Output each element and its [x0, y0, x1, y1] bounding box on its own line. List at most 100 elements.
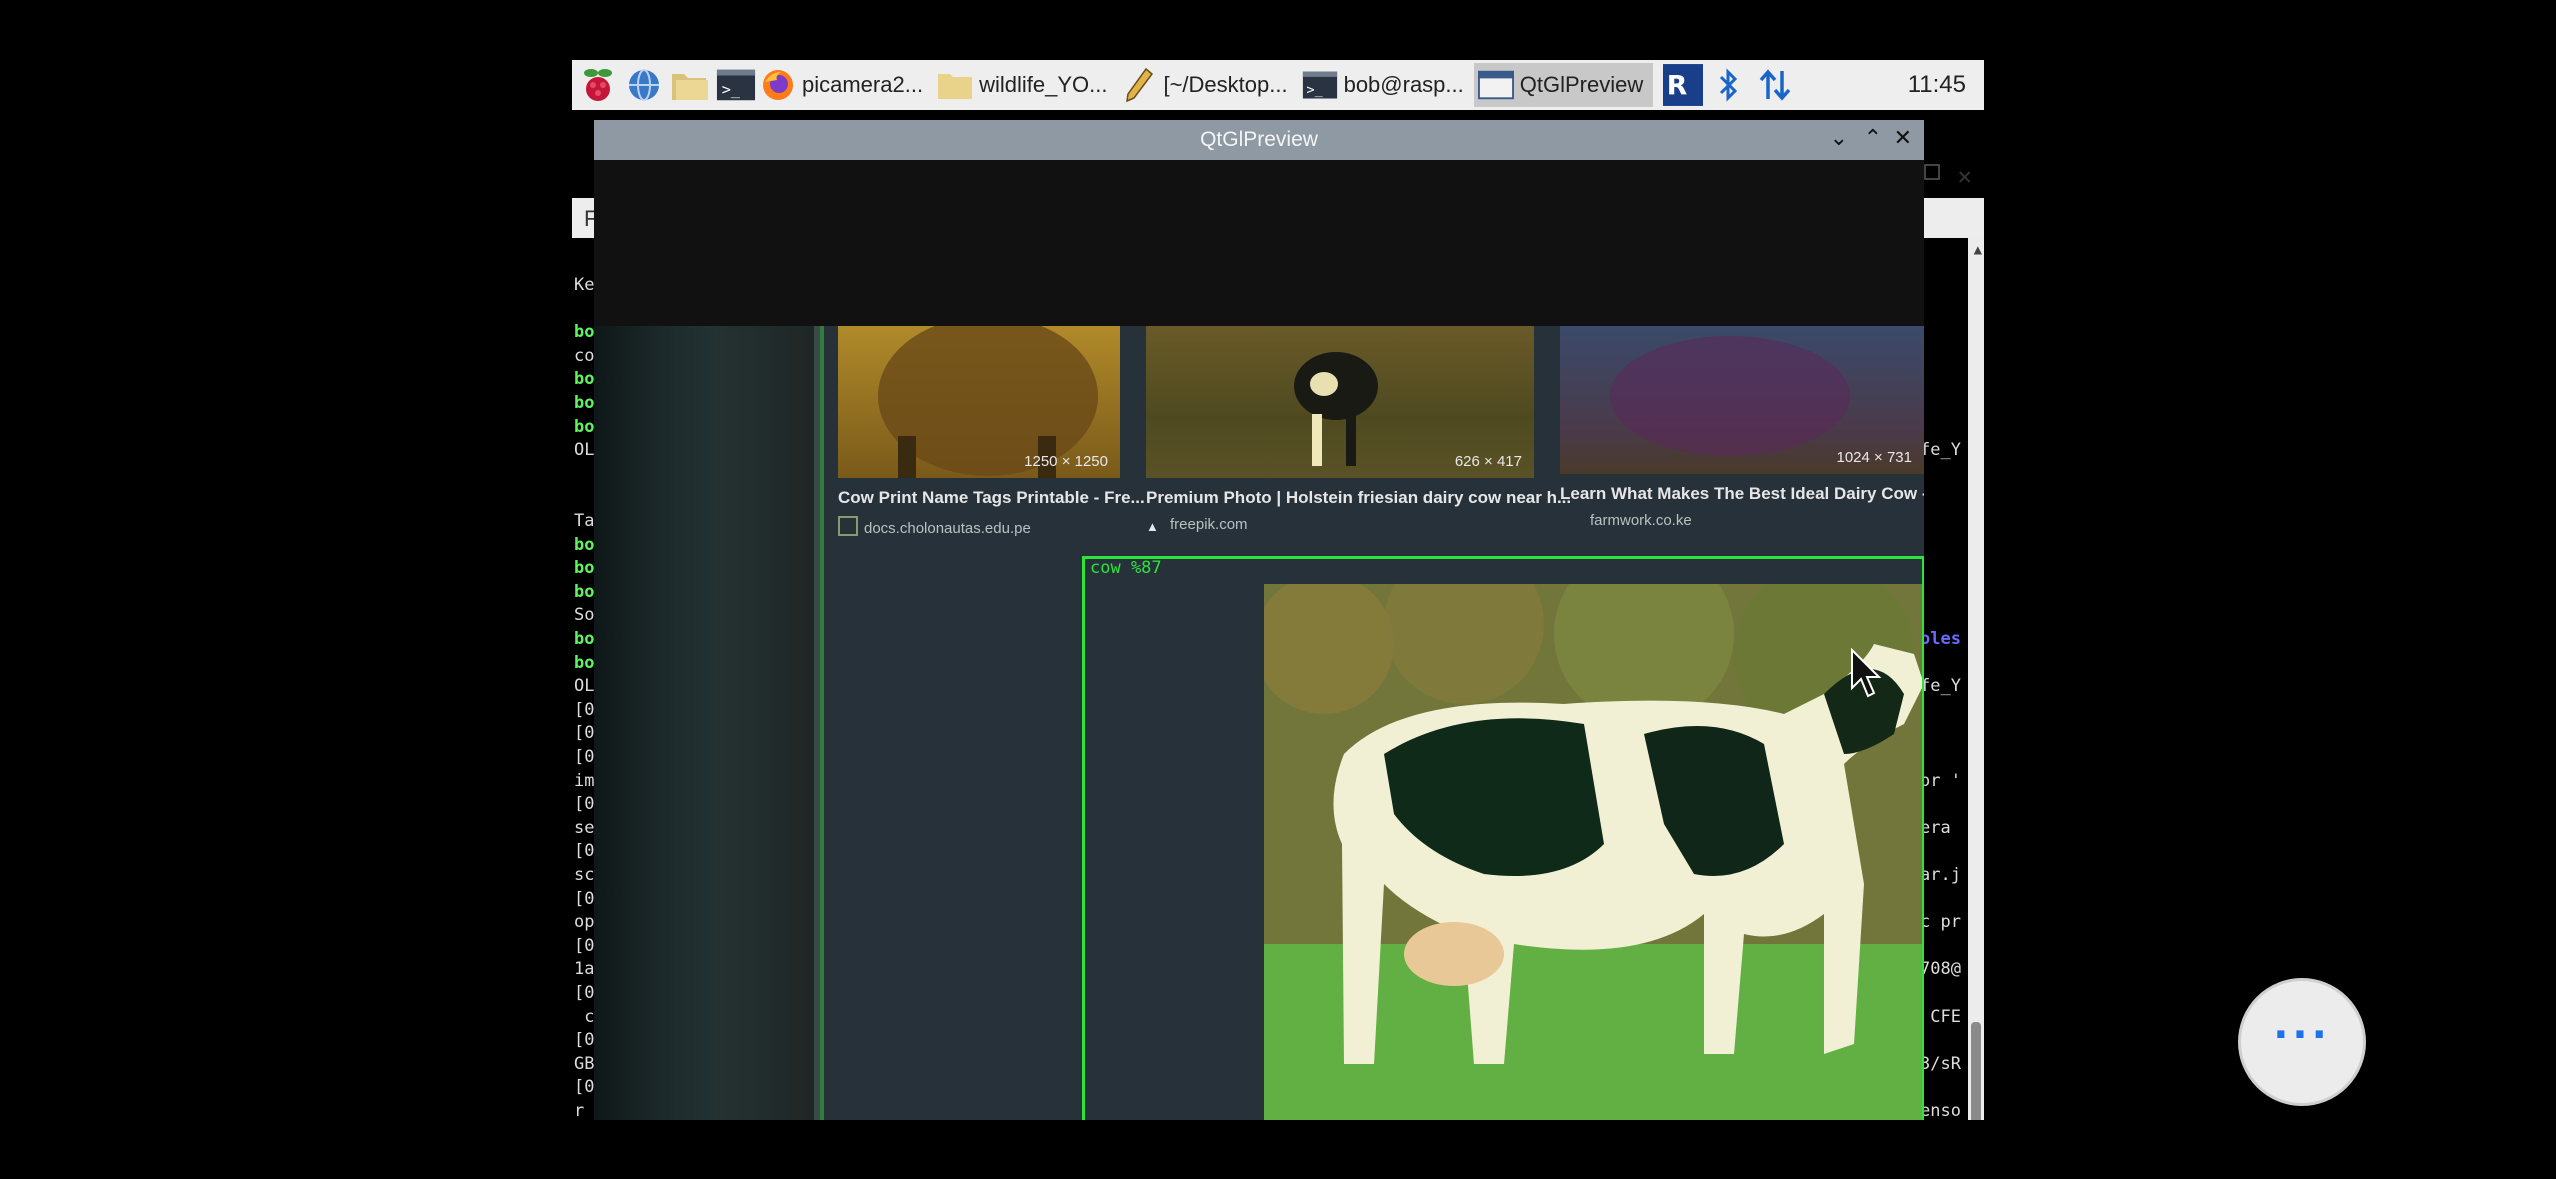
- terminal-line: OL: [574, 440, 595, 461]
- terminal-line: era: [1920, 817, 1951, 838]
- terminal-line: ar.j: [1920, 865, 1961, 885]
- terminal-line: [0: [574, 888, 595, 909]
- terminal-line: bo: [574, 322, 595, 343]
- close-icon[interactable]: ✕: [1958, 162, 1972, 190]
- svg-text:>_: >_: [1306, 82, 1323, 98]
- terminal-line: [0: [574, 723, 595, 744]
- terminal-line: op: [574, 912, 595, 933]
- clock[interactable]: 11:45: [1908, 71, 1966, 99]
- terminal-icon[interactable]: >_: [716, 65, 756, 105]
- scroll-up-icon[interactable]: ▲: [1974, 242, 1982, 258]
- terminal-line: bo: [574, 652, 595, 673]
- thumbnail-image: 626 × 417: [1146, 326, 1534, 478]
- browser-globe-icon[interactable]: [624, 65, 664, 105]
- maximize-icon[interactable]: [1924, 164, 1940, 180]
- task-label: wildlife_YO...: [979, 72, 1108, 97]
- pencil-icon: [1121, 67, 1157, 103]
- thumbnail-caption[interactable]: Cow Print Name Tags Printable - Fre...: [838, 488, 1145, 508]
- task-terminal[interactable]: >_ bob@rasp...: [1298, 63, 1474, 107]
- camera-feed: 1250 × 1250 Cow Print Name Tags Printabl…: [594, 326, 1924, 1120]
- monitor-bezel: [594, 326, 714, 1120]
- terminal-line: se: [574, 817, 595, 838]
- window-icon: [1477, 69, 1514, 101]
- taskbar: >_ picamera2... wildlife_YO... [~/Deskto…: [572, 60, 1984, 110]
- site-favicon-icon: ▲: [1146, 519, 1159, 534]
- maximize-icon[interactable]: ⌃: [1864, 126, 1882, 151]
- terminal-line: or ': [1920, 770, 1961, 791]
- image-dimensions: 1024 × 731: [1836, 449, 1913, 466]
- bluetooth-icon[interactable]: [1709, 65, 1749, 105]
- task-qtglpreview[interactable]: QtGlPreview: [1473, 63, 1654, 107]
- monitor-frame: [714, 326, 814, 1120]
- terminal-line: sc: [574, 865, 595, 885]
- terminal-line: bo: [574, 393, 595, 413]
- terminal-scrollbar[interactable]: [1968, 238, 1984, 1120]
- terminal-line: [0: [574, 935, 595, 956]
- terminal-line: GB: [574, 1053, 595, 1074]
- folder-icon: [937, 69, 973, 101]
- thumbnail-source[interactable]: ▲ freepik.com: [1146, 516, 1248, 534]
- mouse-cursor-icon: [1851, 648, 1882, 698]
- terminal-line: [0: [574, 747, 595, 767]
- raspberry-menu-icon[interactable]: [578, 65, 618, 105]
- task-text-editor[interactable]: [~/Desktop...: [1117, 63, 1297, 107]
- task-label: [~/Desktop...: [1163, 72, 1288, 97]
- window-titlebar[interactable]: QtGlPreview: [594, 120, 1924, 160]
- terminal-line: [0: [574, 794, 595, 815]
- qtglpreview-window: QtGlPreview ⌄ ⌃ ✕ 1250 × 1250 Cow Print …: [594, 120, 1924, 1120]
- task-label: bob@rasp...: [1343, 72, 1464, 97]
- window-title: QtGlPreview: [1200, 128, 1318, 151]
- scrollbar-thumb[interactable]: [1971, 1022, 1981, 1120]
- svg-text:R: R: [1667, 71, 1688, 102]
- minimize-icon[interactable]: ⌄: [1830, 126, 1848, 151]
- terminal-line: c pr: [1920, 912, 1961, 933]
- svg-text:>_: >_: [722, 81, 741, 99]
- image-dimensions: 626 × 417: [1454, 453, 1522, 470]
- detection-bounding-box: [1082, 556, 1924, 1120]
- terminal-line: im: [574, 770, 595, 791]
- terminal-icon: >_: [1302, 69, 1338, 101]
- terminal-line: 1a: [574, 959, 595, 980]
- terminal-line: [0: [574, 699, 595, 720]
- more-dots-icon: ···: [2273, 1012, 2331, 1058]
- terminal-line: So: [574, 605, 595, 626]
- terminal-line: [0: [574, 1030, 595, 1051]
- terminal-line: 3/sR: [1920, 1053, 1961, 1074]
- terminal-line: CFE: [1920, 1006, 1961, 1027]
- terminal-line: co: [574, 345, 595, 366]
- thumbnail-caption[interactable]: Learn What Makes The Best Ideal Dairy Co…: [1560, 484, 1924, 504]
- terminal-line: fe_Y: [1920, 440, 1961, 461]
- terminal-line: oles: [1920, 629, 1961, 649]
- task-label: QtGlPreview: [1519, 72, 1644, 97]
- site-favicon-icon: [838, 516, 858, 536]
- preview-letterbox: [594, 160, 1924, 326]
- thumbnail-caption[interactable]: Premium Photo | Holstein friesian dairy …: [1146, 488, 1571, 508]
- task-picamera2[interactable]: picamera2...: [756, 63, 933, 107]
- terminal-line: c: [574, 1006, 595, 1027]
- thumbnail-image: 1024 × 731: [1560, 326, 1924, 474]
- image-dimensions: 1250 × 1250: [1024, 453, 1108, 470]
- terminal-line: 708@: [1920, 959, 1961, 980]
- firefox-icon: [760, 69, 796, 101]
- thumbnail-source[interactable]: docs.cholonautas.edu.pe: [838, 516, 1031, 537]
- terminal-line: enso: [1920, 1101, 1961, 1120]
- terminal-line: bo: [574, 534, 595, 555]
- terminal-line: bo: [574, 416, 595, 437]
- more-options-button[interactable]: ···: [2238, 978, 2366, 1106]
- file-manager-icon[interactable]: [670, 65, 710, 105]
- terminal-line: r: [574, 1101, 585, 1120]
- thumbnail-image: 1250 × 1250: [838, 326, 1120, 478]
- vnc-icon[interactable]: R: [1663, 64, 1704, 106]
- detection-label: cow %87: [1090, 558, 1162, 578]
- network-arrows-icon[interactable]: [1755, 65, 1795, 105]
- thumbnail-source[interactable]: farmwork.co.ke: [1590, 512, 1692, 529]
- task-wildlife-folder[interactable]: wildlife_YO...: [933, 63, 1117, 107]
- terminal-line: bo: [574, 369, 595, 390]
- terminal-line: Ta: [574, 511, 595, 531]
- terminal-line: [0: [574, 841, 595, 862]
- close-icon[interactable]: ✕: [1894, 126, 1912, 151]
- terminal-line: [0: [574, 1077, 595, 1098]
- terminal-line: OL: [574, 676, 595, 697]
- terminal-line: Ke: [574, 275, 595, 295]
- terminal-line: [0: [574, 983, 595, 1003]
